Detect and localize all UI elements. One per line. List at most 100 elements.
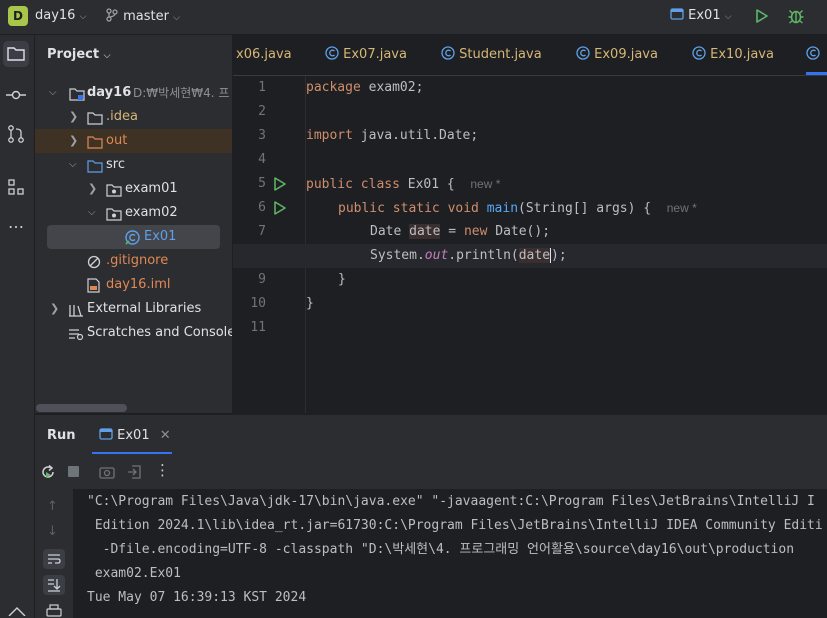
run-tab-label: Ex01 [117, 428, 150, 443]
tab-ex06[interactable]: x06.java [236, 35, 292, 75]
class-icon [806, 46, 820, 60]
chevron-right-icon: ❯ [88, 182, 98, 195]
tree-label: .gitignore [106, 253, 169, 268]
tree-label: Scratches and Consoles [87, 325, 233, 340]
tree-item-exam02[interactable]: ⌵ exam02 [35, 201, 232, 225]
project-panel: Project ⌵ ⌵ day16 D:₩박세현₩4. 프 ❯ .idea ❯ … [35, 35, 233, 413]
run-gutter-icon[interactable] [273, 201, 287, 215]
class-icon [325, 46, 339, 60]
tree-item-idea[interactable]: ❯ .idea [35, 105, 232, 129]
tree-item-out[interactable]: ❯ out [35, 129, 232, 153]
console-output[interactable]: "C:\Program Files\Java\jdk-17\bin\java.e… [73, 489, 827, 618]
scratches-icon [68, 326, 84, 350]
pull-requests-tool-button[interactable] [3, 121, 29, 147]
project-switcher[interactable]: day16 ⌵ [35, 8, 86, 23]
commit-icon [6, 90, 26, 100]
highlighted-variable: date [409, 224, 441, 239]
tab-ex10[interactable]: Ex10.java [692, 35, 774, 75]
tab-label: Ex10.java [710, 47, 774, 62]
chevron-down-icon: ⌵ [173, 13, 180, 23]
run-tab-ex01[interactable]: Ex01 ✕ [99, 428, 171, 443]
chevron-right-icon: ❯ [69, 110, 79, 123]
commit-tool-button[interactable] [3, 82, 29, 108]
run-side-toolbar: ↑ ↓ [35, 489, 73, 618]
code-line-8: System.out.println(date); [370, 248, 567, 263]
debug-icon[interactable] [787, 7, 805, 25]
soft-wrap-icon [48, 554, 61, 564]
console-line: exam02.Ex01 [87, 566, 181, 581]
app-window-icon [99, 428, 113, 440]
camera-icon[interactable] [99, 465, 115, 479]
tree-item-external-libraries[interactable]: ❯ External Libraries [35, 297, 232, 321]
code-line-1: package exam02; [306, 80, 424, 95]
chevron-down-icon: ⌵ [88, 207, 96, 218]
tab-label: Student.java [459, 47, 542, 62]
project-tool-button[interactable] [3, 41, 29, 67]
run-config-selector[interactable]: Ex01 ⌵ [670, 8, 732, 23]
code-line-9: } [338, 272, 346, 287]
class-icon [441, 46, 455, 60]
branch-switcher[interactable]: master ⌵ [105, 8, 180, 24]
soft-wrap-button[interactable] [43, 549, 65, 569]
structure-tool-button[interactable] [3, 174, 29, 200]
left-tool-strip: … [0, 35, 35, 618]
tab-label: Ex09.java [594, 47, 658, 62]
tree-item-day16[interactable]: ⌵ day16 D:₩박세현₩4. 프 [35, 81, 232, 105]
tree-label: Ex01 [144, 229, 177, 244]
run-icon[interactable] [754, 8, 770, 24]
code-editor[interactable]: package exam02; import java.util.Date; p… [233, 76, 827, 413]
line-number: 9 [258, 272, 266, 287]
code-line-7: Date date = new Date(); [370, 224, 551, 239]
chevron-right-icon: ❯ [69, 134, 79, 147]
tree-item-gitignore[interactable]: .gitignore [35, 249, 232, 273]
arrow-down-icon[interactable]: ↓ [47, 524, 58, 539]
chevron-down-icon: ⌵ [79, 12, 87, 22]
exit-icon[interactable] [126, 464, 142, 480]
more-options-icon[interactable]: ⋮ [155, 461, 170, 479]
tree-label: exam02 [125, 205, 178, 220]
app-window-icon [670, 8, 684, 20]
scroll-to-end-button[interactable] [43, 575, 65, 595]
active-tab-indicator [92, 452, 172, 454]
line-number: 5 [258, 176, 266, 191]
stop-icon[interactable] [68, 466, 79, 477]
tab-ex09[interactable]: Ex09.java [576, 35, 658, 75]
horizontal-scrollbar[interactable] [36, 404, 127, 412]
more-tools-icon[interactable]: … [3, 213, 29, 239]
tree-item-scratches[interactable]: Scratches and Consoles [35, 321, 232, 345]
class-icon [576, 46, 590, 60]
console-line: "C:\Program Files\Java\jdk-17\bin\java.e… [87, 494, 815, 509]
tab-ex01-active[interactable] [806, 35, 827, 75]
close-icon[interactable]: ✕ [160, 428, 171, 443]
structure-icon [8, 179, 24, 195]
run-toolbar: ⋮ [35, 455, 827, 489]
chevron-down-icon: ⌵ [724, 12, 732, 22]
tree-item-ex01[interactable]: Ex01 [47, 225, 220, 249]
run-gutter-icon[interactable] [273, 177, 287, 191]
scroll-to-end-icon [48, 579, 61, 592]
print-icon[interactable] [46, 604, 62, 618]
chevron-down-icon: ⌵ [49, 87, 57, 98]
line-number: 11 [250, 320, 266, 335]
line-number: 10 [250, 296, 266, 311]
project-name: day16 [35, 8, 76, 23]
arrow-up-icon[interactable]: ↑ [47, 499, 58, 514]
line-number: 2 [258, 104, 266, 119]
tree-item-day16-iml[interactable]: day16.iml [35, 273, 232, 297]
project-panel-header[interactable]: Project ⌵ [47, 47, 110, 62]
tree-item-exam01[interactable]: ❯ exam01 [35, 177, 232, 201]
project-badge[interactable]: D [8, 6, 28, 26]
rerun-icon[interactable] [40, 464, 56, 480]
editor-tabs: x06.java Ex07.java Student.java Ex09.jav… [233, 35, 827, 76]
tab-ex07[interactable]: Ex07.java [325, 35, 407, 75]
chevron-right-icon: ❯ [50, 302, 60, 315]
tab-student[interactable]: Student.java [441, 35, 542, 75]
class-icon [692, 46, 706, 60]
tree-label: src [106, 157, 125, 172]
line-number: 4 [258, 152, 266, 167]
build-icon[interactable] [6, 606, 28, 616]
tree-label: day16 [87, 85, 132, 100]
git-branch-icon [106, 8, 118, 22]
tree-item-src[interactable]: ⌵ src [35, 153, 232, 177]
tree-label: .idea [106, 109, 138, 124]
